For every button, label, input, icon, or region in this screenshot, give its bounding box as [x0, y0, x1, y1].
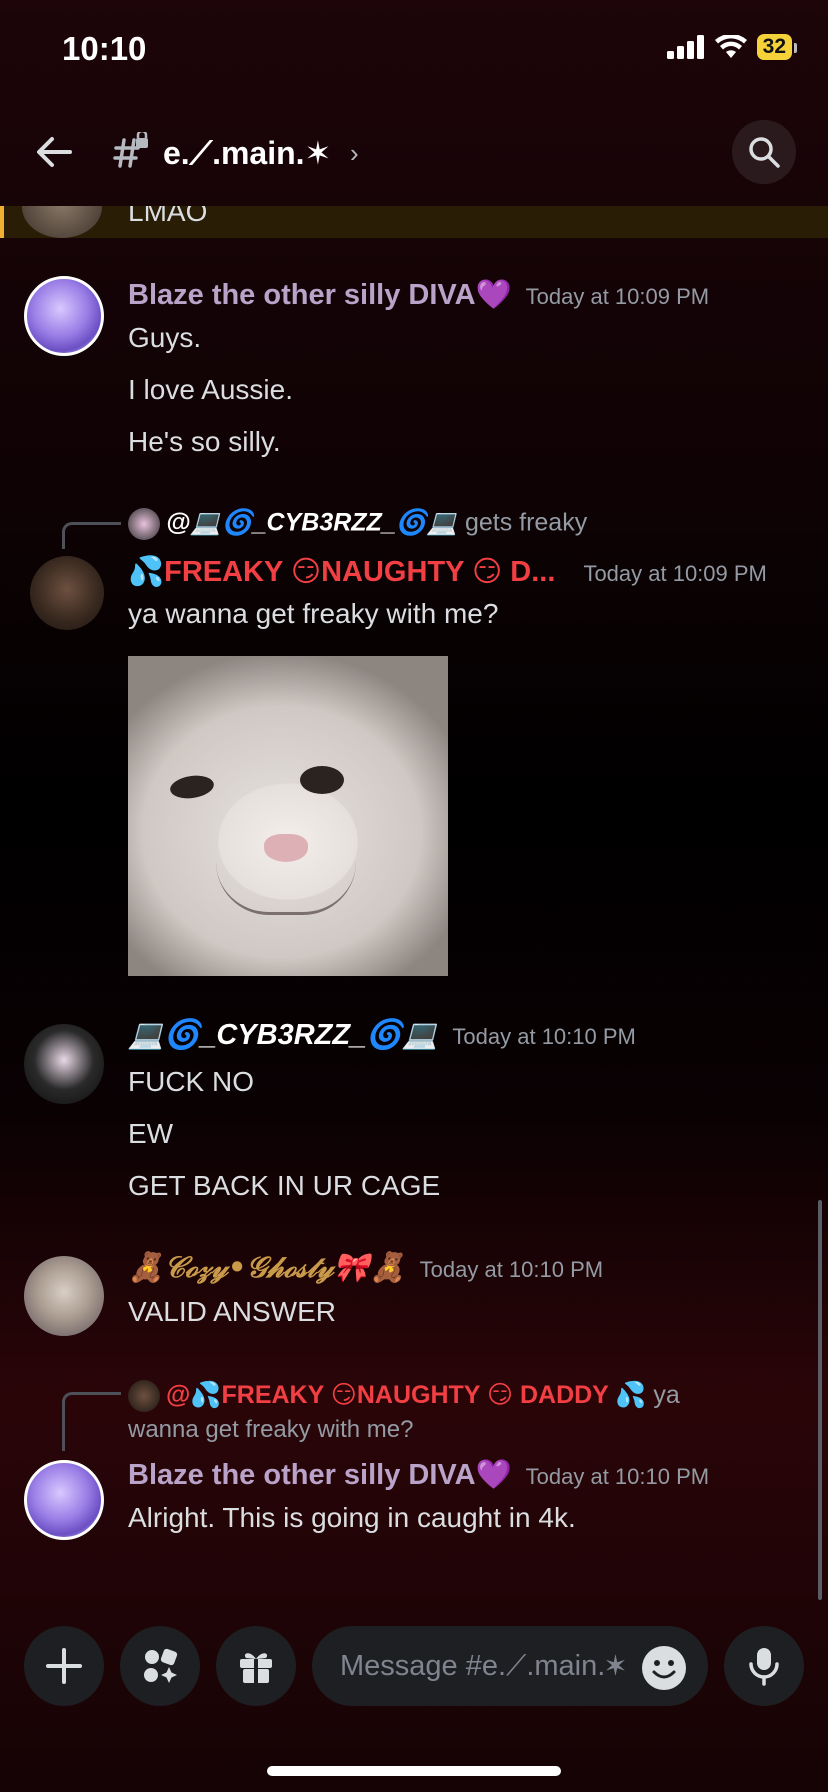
cellular-signal-icon: [666, 35, 704, 59]
apps-icon: [144, 1648, 178, 1683]
avatar[interactable]: [24, 1024, 104, 1104]
avatar[interactable]: [24, 1256, 104, 1336]
message-composer: [0, 1606, 828, 1726]
reply-avatar: [128, 1380, 160, 1413]
avatar[interactable]: [24, 276, 104, 356]
avatar[interactable]: [30, 556, 104, 630]
avatar[interactable]: [22, 206, 102, 238]
message-author-row: 💻🌀_CYB3RZZ_🌀💻 Today at 10:10 PM: [128, 1018, 636, 1052]
smiley-icon: [652, 1660, 676, 1679]
message-author-row: Blaze the other silly DIVA💜 Today at 10:1…: [128, 1458, 709, 1492]
reply-text: gets freaky: [464, 508, 588, 537]
reply-text: ya: [653, 1381, 680, 1409]
emoji-picker-button[interactable]: [642, 1646, 686, 1690]
author-name[interactable]: 🧸𝒞ℴ𝓏𝓎•𝒢𝒽ℴ𝓈𝓉𝓎🎀🧸: [128, 1250, 406, 1284]
message-text: ya wanna get freaky with me?: [128, 598, 499, 629]
reply-preview[interactable]: @💦FREAKY 😏NAUGHTY 😏 DADDY 💦 ya: [128, 1380, 680, 1413]
message-text: I love Aussie.: [128, 374, 293, 405]
message-text: GET BACK IN UR CAGE: [128, 1170, 441, 1201]
mention-highlight-row: LMAO: [0, 206, 828, 238]
reply-mention[interactable]: @💻🌀_CYB3RZZ_🌀💻: [166, 509, 458, 537]
reply-preview[interactable]: @💻🌀_CYB3RZZ_🌀💻 gets freaky: [128, 508, 587, 540]
microphone-icon: [749, 1648, 779, 1686]
message-text: He's so silly.: [128, 426, 281, 457]
author-name[interactable]: 💦FREAKY 😏NAUGHTY 😏 D...: [128, 556, 555, 588]
message-text: EW: [128, 1118, 174, 1149]
search-icon: [749, 137, 780, 168]
text-channel-lock-icon: [113, 132, 148, 168]
author-name[interactable]: Blaze the other silly DIVA💜: [128, 279, 512, 311]
clock: 10:10: [62, 30, 147, 67]
status-bar: 10:10 32: [0, 0, 828, 100]
avatar[interactable]: [24, 1460, 104, 1540]
message-timestamp: Today at 10:09 PM: [583, 561, 767, 586]
author-name[interactable]: Blaze the other silly DIVA💜: [128, 1459, 512, 1491]
channel-header: e.⟋.main.✶ ›: [0, 110, 828, 198]
status-icons: 32: [666, 34, 798, 60]
chevron-right-icon[interactable]: ›: [350, 138, 359, 169]
message-author-row: Blaze the other silly DIVA💜 Today at 10:0…: [128, 278, 709, 312]
gift-button[interactable]: [216, 1626, 296, 1706]
gift-icon: [240, 1653, 272, 1683]
add-attachment-button[interactable]: [24, 1626, 104, 1706]
wifi-icon: [714, 35, 747, 58]
voice-message-button[interactable]: [724, 1626, 804, 1706]
plus-icon: [46, 1648, 82, 1684]
image-attachment[interactable]: [128, 656, 448, 976]
back-arrow-icon[interactable]: [34, 132, 74, 172]
cat-eye-right: [300, 766, 344, 794]
message-author-row: 🧸𝒞ℴ𝓏𝓎•𝒢𝒽ℴ𝓈𝓉𝓎🎀🧸 Today at 10:10 PM: [128, 1250, 603, 1285]
reply-avatar: [128, 508, 160, 540]
cat-nose: [264, 834, 308, 862]
message-text: FUCK NO: [128, 1066, 254, 1097]
cat-eye-left: [168, 773, 216, 801]
reply-mention[interactable]: @💦FREAKY 😏NAUGHTY 😏 DADDY 💦: [166, 1381, 646, 1409]
message-text: Alright. This is going in caught in 4k.: [128, 1502, 576, 1533]
scrollbar[interactable]: [818, 1200, 822, 1600]
reply-text-continued: wanna get freaky with me?: [128, 1416, 414, 1443]
cat-mouth: [216, 862, 356, 915]
message-timestamp: Today at 10:10 PM: [419, 1257, 604, 1282]
author-name[interactable]: 💻🌀_CYB3RZZ_🌀💻: [128, 1019, 438, 1051]
search-button[interactable]: [732, 120, 796, 184]
message-timestamp: Today at 10:10 PM: [452, 1024, 636, 1049]
message-text: LMAO: [128, 206, 208, 227]
reply-connector: [62, 1392, 121, 1451]
channel-name[interactable]: e.⟋.main.✶: [163, 134, 331, 173]
home-indicator[interactable]: [267, 1766, 561, 1776]
reply-connector: [62, 522, 121, 549]
message-text: Guys.: [128, 322, 202, 353]
apps-button[interactable]: [120, 1626, 200, 1706]
message-author-row: 💦FREAKY 😏NAUGHTY 😏 D... Today at 10:09 PM: [128, 554, 767, 589]
battery-indicator: 32: [756, 34, 798, 60]
message-timestamp: Today at 10:10 PM: [525, 1464, 710, 1489]
message-timestamp: Today at 10:09 PM: [525, 284, 710, 309]
message-text: VALID ANSWER: [128, 1296, 336, 1327]
